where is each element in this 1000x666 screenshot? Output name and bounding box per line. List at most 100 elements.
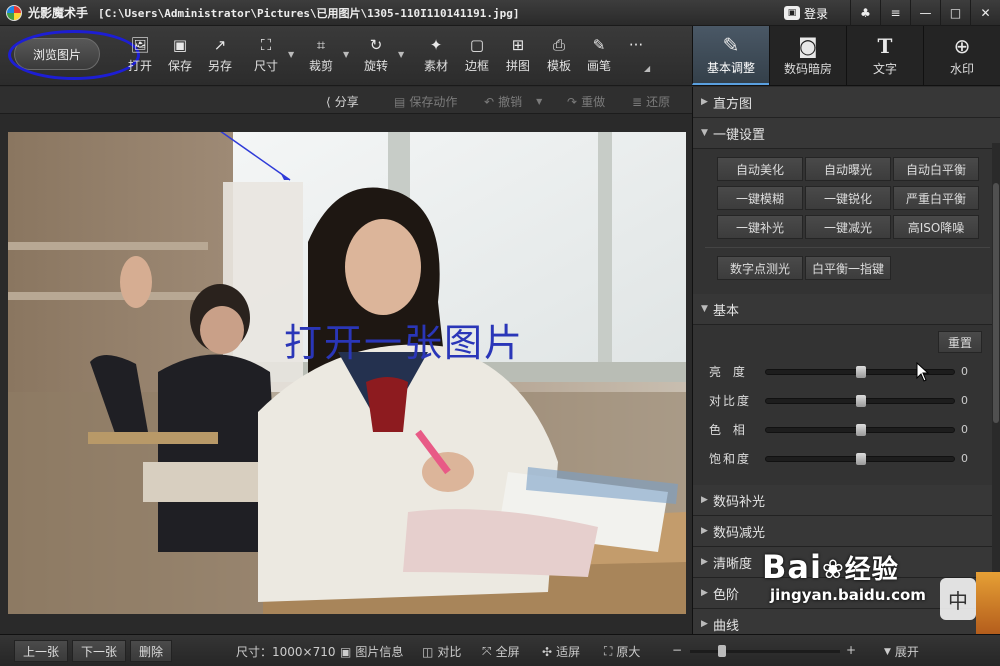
slider-label: 亮 度 <box>709 365 749 379</box>
maximize-button[interactable]: □ <box>940 0 970 26</box>
minimize-icon: — <box>919 6 932 20</box>
skin-button[interactable]: ♣ <box>850 0 880 26</box>
file-path: [C:\Users\Administrator\Pictures\已用图片\13… <box>98 6 520 20</box>
more-dropdown-arrow[interactable]: ◢ <box>644 64 650 73</box>
redo-icon: ↷ <box>567 94 578 109</box>
size-button[interactable]: ⛶ 尺寸 <box>252 34 280 78</box>
original-size-button[interactable]: ⛶ 原大 <box>604 643 640 660</box>
open-button[interactable]: 🖼 打开 <box>126 34 154 78</box>
compare-label: 对比 <box>437 645 462 659</box>
close-button[interactable]: ✕ <box>970 0 1000 26</box>
delete-button[interactable]: 删除 <box>130 640 173 662</box>
preset-button[interactable]: 一键锐化 <box>805 186 891 210</box>
preset-button[interactable]: 白平衡一指键 <box>805 256 891 280</box>
next-image-button[interactable]: 下一张 <box>72 640 127 662</box>
brush-icon: ✎ <box>592 36 606 54</box>
preset-button[interactable]: 自动美化 <box>717 157 803 181</box>
reset-button[interactable]: 重置 <box>938 331 982 353</box>
crop-button[interactable]: ⌗ 裁剪 <box>307 34 335 78</box>
redo-button[interactable]: ↷ 重做 <box>567 93 605 110</box>
tab-watermark[interactable]: ⊕ 水印 <box>923 26 1000 85</box>
material-label: 素材 <box>423 59 448 73</box>
printer-icon: ⎙ <box>552 36 565 54</box>
crop-icon: ⌗ <box>316 36 326 54</box>
slider-track[interactable] <box>765 395 955 407</box>
size-dropdown-arrow[interactable]: ▼ <box>288 50 294 59</box>
border-icon: ▢ <box>469 36 485 54</box>
collage-button[interactable]: ⊞ 拼图 <box>504 34 532 78</box>
brush-button[interactable]: ✎ 画笔 <box>585 34 613 78</box>
undo-dropdown-arrow[interactable]: ▼ <box>536 97 542 106</box>
more-icon: ··· <box>628 36 644 54</box>
slider-contrast: 对比度 0 <box>693 386 1000 415</box>
preset-button[interactable]: 一键模糊 <box>717 186 803 210</box>
image-canvas[interactable]: 打开一张图片 <box>0 114 692 634</box>
info-icon: ▣ <box>340 644 352 659</box>
tab-text[interactable]: T 文字 <box>846 26 923 85</box>
save-button[interactable]: ▣ 保存 <box>166 34 194 78</box>
menu-button[interactable]: ≡ <box>880 0 910 26</box>
open-image-icon: 🖼 <box>130 36 150 54</box>
tab-basic-adjust[interactable]: ✎ 基本调整 <box>692 26 769 85</box>
preset-button[interactable]: 严重白平衡 <box>893 186 979 210</box>
paw-icon: ❀ <box>821 555 845 585</box>
slider-thumb[interactable] <box>856 395 866 407</box>
preset-button[interactable]: 一键减光 <box>805 215 891 239</box>
save-action-label: 保存动作 <box>409 95 458 109</box>
slider-value: 0 <box>961 452 968 465</box>
save-as-button[interactable]: ↗ 另存 <box>206 34 234 78</box>
rotate-button[interactable]: ↻ 旋转 <box>362 34 390 78</box>
share-button[interactable]: ⟨ 分享 <box>326 93 359 110</box>
image-info-button[interactable]: ▣ 图片信息 <box>340 643 403 660</box>
section-fill-light[interactable]: ▶ 数码补光 <box>693 485 1000 516</box>
template-button[interactable]: ⎙ 模板 <box>545 34 573 78</box>
preset-button[interactable]: 高ISO降噪 <box>893 215 979 239</box>
fit-screen-button[interactable]: ✣ 适屏 <box>542 643 580 660</box>
rotate-dropdown-arrow[interactable]: ▼ <box>398 50 404 59</box>
collapse-arrow-icon: ▼ <box>701 128 708 138</box>
section-one-click[interactable]: ▼ 一键设置 <box>693 118 1000 149</box>
prev-image-button[interactable]: 上一张 <box>14 640 69 662</box>
save-action-button[interactable]: ▤ 保存动作 <box>394 93 457 110</box>
expand-button[interactable]: ▼ 展开 <box>884 643 919 660</box>
compare-button[interactable]: ◫ 对比 <box>422 643 461 660</box>
preset-button[interactable]: 数字点测光 <box>717 256 803 280</box>
login-label: 登录 <box>803 6 828 21</box>
section-reduce-light[interactable]: ▶ 数码减光 <box>693 516 1000 547</box>
scrollbar-thumb[interactable] <box>993 183 999 423</box>
slider-thumb[interactable] <box>856 424 866 436</box>
restore-button[interactable]: ≣ 还原 <box>632 93 670 110</box>
expand-label: 展开 <box>894 645 919 659</box>
zoom-out-button[interactable]: − <box>672 643 682 657</box>
zoom-slider[interactable] <box>690 645 840 657</box>
slider-track[interactable] <box>765 424 955 436</box>
tab-digital-darkroom[interactable]: ◙ 数码暗房 <box>769 26 846 85</box>
minimize-button[interactable]: — <box>910 0 940 26</box>
section-histogram[interactable]: ▶ 直方图 <box>693 87 1000 118</box>
crop-dropdown-arrow[interactable]: ▼ <box>343 50 349 59</box>
section-title: 基本 <box>713 303 740 319</box>
section-basic[interactable]: ▼ 基本 <box>693 294 1000 325</box>
tab-label: 数码暗房 <box>783 62 832 76</box>
slider-thumb[interactable] <box>856 453 866 465</box>
preset-button[interactable]: 自动白平衡 <box>893 157 979 181</box>
slider-thumb[interactable] <box>856 366 866 378</box>
zoom-in-button[interactable]: + <box>846 643 856 657</box>
preset-button[interactable]: 自动曝光 <box>805 157 891 181</box>
zoom-slider-thumb[interactable] <box>718 645 727 657</box>
border-button[interactable]: ▢ 边框 <box>463 34 491 78</box>
save-as-label: 另存 <box>207 59 232 73</box>
fullscreen-button[interactable]: ⤧ 全屏 <box>482 643 520 660</box>
login-button[interactable]: ▣ 登录 <box>783 5 828 22</box>
undo-button[interactable]: ↶ 撤销 ▼ <box>484 93 542 110</box>
slider-value: 0 <box>961 423 968 436</box>
crop-label: 裁剪 <box>308 59 333 73</box>
expand-arrow-icon: ▶ <box>701 97 708 107</box>
star-icon: ✦ <box>429 36 443 54</box>
slider-track[interactable] <box>765 453 955 465</box>
slider-value: 0 <box>961 365 968 378</box>
panel-scrollbar[interactable] <box>992 143 1000 633</box>
preset-button[interactable]: 一键补光 <box>717 215 803 239</box>
ime-indicator[interactable]: 中 <box>940 578 976 620</box>
material-button[interactable]: ✦ 素材 <box>422 34 450 78</box>
